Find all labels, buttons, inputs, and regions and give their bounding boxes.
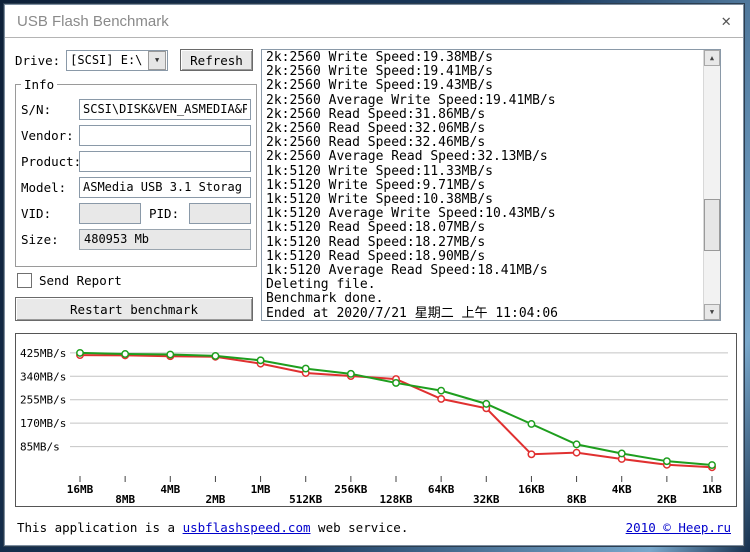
vid-label: VID: — [21, 206, 79, 221]
info-legend: Info — [21, 77, 57, 92]
log-line: 2k:2560 Average Write Speed:19.41MB/s — [266, 94, 699, 108]
log-line: 1k:5120 Write Speed:9.71MB/s — [266, 179, 699, 193]
pid-label: PID: — [141, 206, 189, 221]
sn-row: S/N: — [21, 98, 251, 120]
log-line: 2k:2560 Write Speed:19.38MB/s — [266, 51, 699, 65]
send-report-label: Send Report — [39, 273, 122, 288]
scroll-up-icon[interactable]: ▲ — [704, 50, 720, 66]
log-line: 1k:5120 Read Speed:18.90MB/s — [266, 250, 699, 264]
svg-text:512KB: 512KB — [289, 493, 322, 506]
status-suffix: web service. — [311, 520, 409, 535]
checkbox-icon[interactable] — [17, 273, 32, 288]
svg-text:1MB: 1MB — [251, 483, 271, 496]
model-label: Model: — [21, 180, 79, 195]
chevron-down-icon[interactable]: ▼ — [148, 51, 166, 70]
vendor-label: Vendor: — [21, 128, 79, 143]
size-value: 480953 Mb — [79, 229, 251, 250]
info-groupbox: Info S/N: Vendor: Product: Model: VID: P… — [15, 77, 257, 267]
log-output[interactable]: 2k:2560 Write Speed:19.38MB/s2k:2560 Wri… — [262, 50, 703, 320]
status-text: This application is a usbflashspeed.com … — [17, 520, 408, 535]
product-label: Product: — [21, 154, 79, 169]
svg-text:2KB: 2KB — [657, 493, 677, 506]
log-line: 1k:5120 Average Write Speed:10.43MB/s — [266, 207, 699, 221]
titlebar: USB Flash Benchmark ✕ — [5, 5, 743, 38]
log-line: 2k:2560 Write Speed:19.43MB/s — [266, 79, 699, 93]
product-row: Product: — [21, 150, 251, 172]
log-line: 1k:5120 Write Speed:11.33MB/s — [266, 165, 699, 179]
log-line: Deleting file. — [266, 278, 699, 292]
size-row: Size: 480953 Mb — [21, 228, 251, 250]
size-label: Size: — [21, 232, 79, 247]
log-line: Benchmark done. — [266, 292, 699, 306]
svg-text:4KB: 4KB — [612, 483, 632, 496]
log-line: 2k:2560 Read Speed:32.46MB/s — [266, 136, 699, 150]
log-line: 1k:5120 Read Speed:18.27MB/s — [266, 236, 699, 250]
svg-text:170MB/s: 170MB/s — [20, 417, 66, 430]
status-prefix: This application is a — [17, 520, 183, 535]
svg-text:4MB: 4MB — [160, 483, 180, 496]
log-line: 1k:5120 Read Speed:18.07MB/s — [266, 221, 699, 235]
svg-text:128KB: 128KB — [379, 493, 412, 506]
statusbar: This application is a usbflashspeed.com … — [5, 520, 743, 535]
svg-text:64KB: 64KB — [428, 483, 455, 496]
svg-text:85MB/s: 85MB/s — [20, 441, 60, 454]
svg-text:8KB: 8KB — [567, 493, 587, 506]
log-line: 2k:2560 Average Read Speed:32.13MB/s — [266, 150, 699, 164]
copyright-link[interactable]: 2010 © Heep.ru — [626, 520, 731, 535]
benchmark-chart: 425MB/s 340MB/s 255MB/s 170MB/s 85MB/s 16MB 8M… — [15, 333, 737, 507]
svg-text:2MB: 2MB — [205, 493, 225, 506]
scroll-down-icon[interactable]: ▼ — [704, 304, 720, 320]
model-row: Model: — [21, 176, 251, 198]
log-line: Ended at 2020/7/21 星期二 上午 11:04:06 — [266, 307, 699, 320]
svg-text:256KB: 256KB — [334, 483, 367, 496]
svg-text:425MB/s: 425MB/s — [20, 347, 66, 360]
scrollbar-thumb[interactable] — [704, 199, 720, 251]
vid-field[interactable] — [79, 203, 141, 224]
log-line: 2k:2560 Write Speed:19.41MB/s — [266, 65, 699, 79]
drive-select[interactable]: [SCSI] E:\ ▼ — [66, 50, 168, 71]
drive-label: Drive: — [15, 53, 60, 68]
log-line: 1k:5120 Average Read Speed:18.41MB/s — [266, 264, 699, 278]
chart-svg: 425MB/s 340MB/s 255MB/s 170MB/s 85MB/s 16MB 8M… — [16, 334, 736, 506]
model-field[interactable] — [79, 177, 251, 198]
window-title: USB Flash Benchmark — [17, 13, 721, 30]
drive-row: Drive: [SCSI] E:\ ▼ Refresh — [15, 49, 253, 71]
svg-text:1KB: 1KB — [702, 483, 722, 496]
log-line: 2k:2560 Read Speed:31.86MB/s — [266, 108, 699, 122]
close-icon[interactable]: ✕ — [721, 13, 731, 29]
svg-text:16MB: 16MB — [67, 483, 94, 496]
scrollbar-track[interactable] — [704, 66, 720, 304]
svg-text:16KB: 16KB — [518, 483, 545, 496]
app-window: USB Flash Benchmark ✕ Drive: [SCSI] E:\ … — [4, 4, 744, 546]
log-scrollbar[interactable]: ▲ ▼ — [703, 50, 720, 320]
svg-text:255MB/s: 255MB/s — [20, 394, 66, 407]
restart-benchmark-button[interactable]: Restart benchmark — [15, 297, 253, 321]
send-report-checkbox[interactable]: Send Report — [17, 273, 122, 288]
sn-field[interactable] — [79, 99, 251, 120]
log-line: 1k:5120 Write Speed:10.38MB/s — [266, 193, 699, 207]
pid-field[interactable] — [189, 203, 251, 224]
log-line: 2k:2560 Read Speed:32.06MB/s — [266, 122, 699, 136]
svg-text:340MB/s: 340MB/s — [20, 370, 66, 383]
drive-selected-value: [SCSI] E:\ — [67, 53, 147, 67]
product-field[interactable] — [79, 151, 251, 172]
usbflashspeed-link[interactable]: usbflashspeed.com — [183, 520, 311, 535]
sn-label: S/N: — [21, 102, 79, 117]
refresh-button[interactable]: Refresh — [180, 49, 253, 71]
svg-text:32KB: 32KB — [473, 493, 500, 506]
svg-text:8MB: 8MB — [115, 493, 135, 506]
log-panel: 2k:2560 Write Speed:19.38MB/s2k:2560 Wri… — [261, 49, 721, 321]
vid-pid-row: VID: PID: — [21, 202, 251, 224]
vendor-field[interactable] — [79, 125, 251, 146]
vendor-row: Vendor: — [21, 124, 251, 146]
